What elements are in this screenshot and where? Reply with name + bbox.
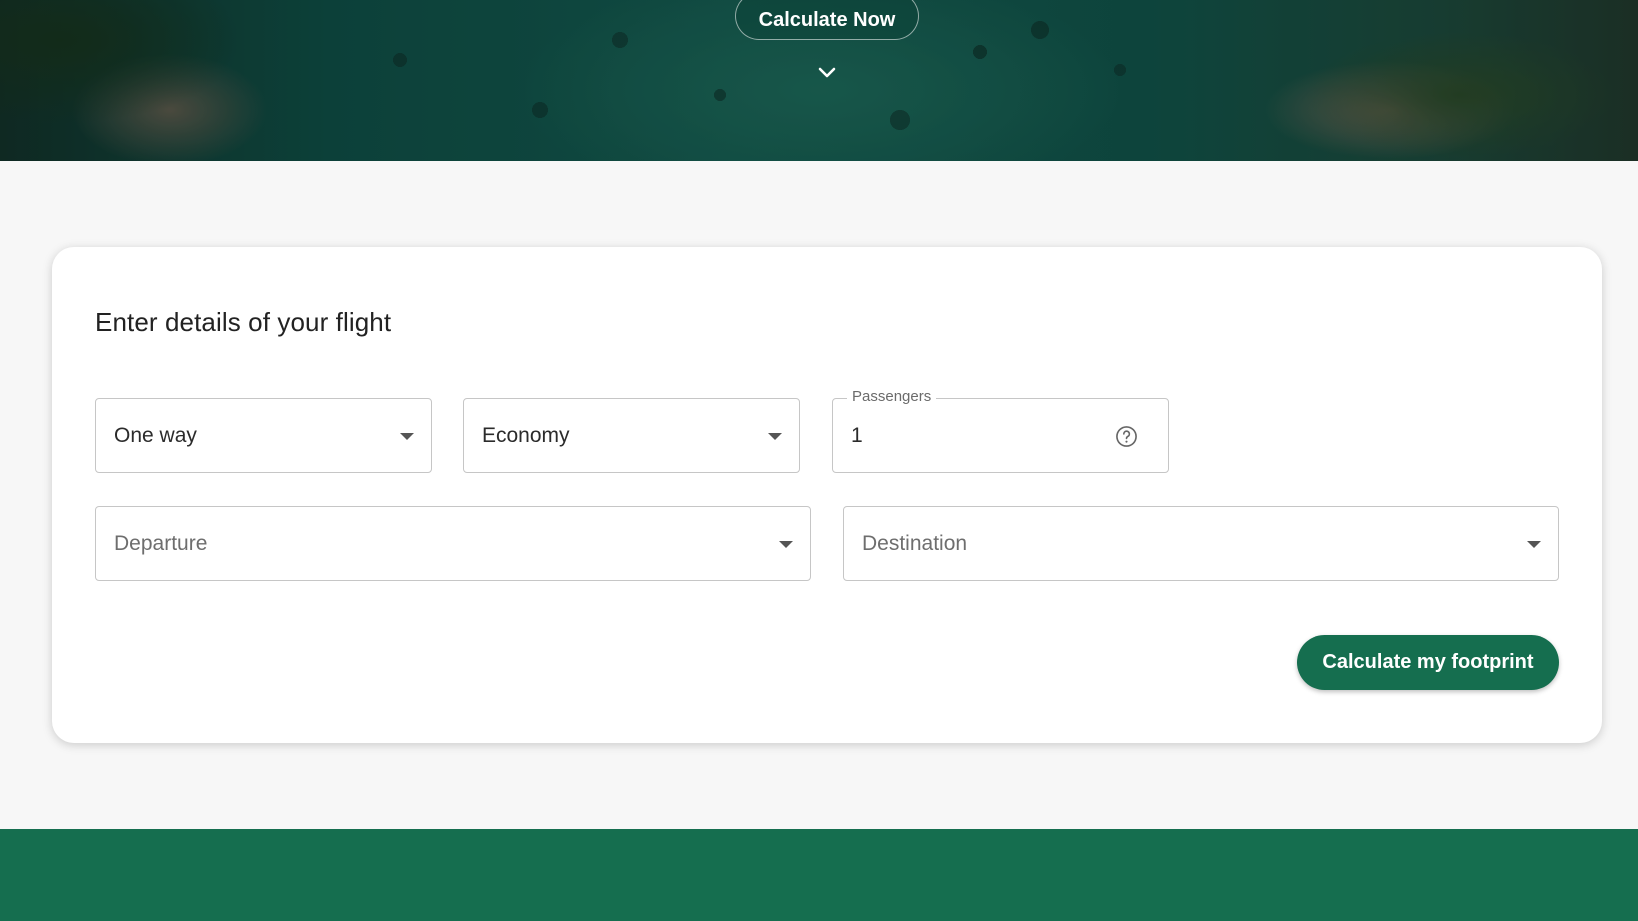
destination-select[interactable]: Destination (843, 506, 1559, 581)
form-title: Enter details of your flight (95, 307, 392, 337)
cabin-class-value: Economy (482, 423, 570, 447)
dropdown-arrow-icon (768, 433, 782, 440)
departure-placeholder: Departure (114, 531, 208, 555)
passengers-field[interactable]: Passengers 1 (832, 388, 1169, 473)
passengers-label: Passengers (847, 388, 937, 405)
hero-banner: Calculate Now (0, 0, 1638, 161)
trip-type-select[interactable]: One way (95, 398, 432, 473)
dropdown-arrow-icon (1527, 541, 1541, 548)
passengers-value: 1 (851, 423, 863, 447)
chevron-down-icon[interactable] (816, 64, 838, 82)
cabin-class-select[interactable]: Economy (463, 398, 800, 473)
dropdown-arrow-icon (779, 541, 793, 548)
trip-type-value: One way (114, 423, 197, 447)
flight-form-card: Enter details of your flight One way Eco… (52, 247, 1602, 743)
help-circle-icon[interactable] (1115, 425, 1138, 448)
destination-placeholder: Destination (862, 531, 968, 555)
dropdown-arrow-icon (400, 433, 414, 440)
footer-band (0, 829, 1638, 921)
departure-select[interactable]: Departure (95, 506, 811, 581)
calculate-footprint-button[interactable]: Calculate my footprint (1297, 635, 1559, 690)
calculate-now-button[interactable]: Calculate Now (735, 0, 919, 40)
